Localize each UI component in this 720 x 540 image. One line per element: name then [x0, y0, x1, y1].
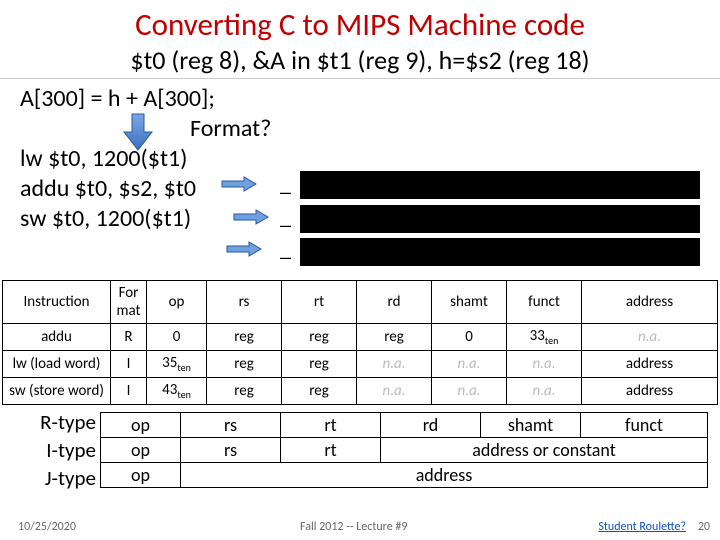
table-row: sw (store word) I 43ten reg reg n.a. n.a…: [3, 378, 718, 405]
format-labels: R-type I-type J-type: [10, 408, 96, 492]
cell-shamt: n.a.: [432, 378, 507, 405]
table-row: lw (load word) I 35ten reg reg n.a. n.a.…: [3, 351, 718, 378]
col-op: op: [147, 281, 207, 324]
hidden-answer-box: [300, 238, 700, 266]
cell: shamt: [481, 413, 581, 438]
col-shamt: shamt: [432, 281, 507, 324]
cell: op: [101, 438, 181, 463]
cell-funct: 33ten: [507, 324, 582, 351]
label-rtype: R-type: [10, 408, 96, 436]
table-row: op address: [101, 463, 708, 488]
label-jtype: J-type: [10, 464, 96, 492]
cell-fmt: I: [111, 378, 147, 405]
cell-instr: lw (load word): [3, 351, 111, 378]
cell-fmt: R: [111, 324, 147, 351]
col-rd: rd: [357, 281, 432, 324]
cell: op: [101, 463, 181, 488]
cell-instr: sw (store word): [3, 378, 111, 405]
col-instruction: Instruction: [3, 281, 111, 324]
c-statement: A[300] = h + A[300];: [20, 84, 700, 113]
cell-addr: address: [582, 351, 718, 378]
instruction-fields-table: Instruction For mat op rs rt rd shamt fu…: [2, 280, 718, 405]
cell-shamt: 0: [432, 324, 507, 351]
slide-subtitle: $t0 (reg 8), &A in $t1 (reg 9), h=$s2 (r…: [0, 44, 720, 79]
cell-op: 35ten: [147, 351, 207, 378]
cell-rt: reg: [282, 378, 357, 405]
col-rs: rs: [207, 281, 282, 324]
col-funct: funct: [507, 281, 582, 324]
footer-date: 10/25/2020: [18, 520, 76, 534]
blank-dash: _: [280, 170, 291, 197]
label-itype: I-type: [10, 436, 96, 464]
cell-rd: n.a.: [357, 351, 432, 378]
col-address: address: [582, 281, 718, 324]
cell: rt: [281, 438, 381, 463]
cell: op: [101, 413, 181, 438]
cell-op: 43ten: [147, 378, 207, 405]
cell: rs: [181, 438, 281, 463]
arrow-down-icon: [120, 112, 156, 152]
col-format: For mat: [111, 281, 147, 324]
cell-funct: n.a.: [507, 351, 582, 378]
table-row: op rs rt address or constant: [101, 438, 708, 463]
cell-rt: reg: [282, 351, 357, 378]
cell-funct: n.a.: [507, 378, 582, 405]
cell-addr: n.a.: [582, 324, 718, 351]
footer-lecture: Fall 2012 -- Lecture #9: [300, 520, 407, 534]
arrow-right-icon: [220, 176, 258, 190]
blank-dash: _: [280, 235, 291, 262]
cell-rs: reg: [207, 351, 282, 378]
cell-op: 0: [147, 324, 207, 351]
hidden-answer-box: [300, 171, 700, 199]
arrow-right-icon: [232, 209, 270, 223]
cell: rt: [281, 413, 381, 438]
col-rt: rt: [282, 281, 357, 324]
footer-page: 20: [698, 520, 710, 534]
cell: funct: [581, 413, 708, 438]
cell: rs: [181, 413, 281, 438]
footer-link[interactable]: Student Roulette?: [598, 520, 686, 534]
cell-addr: address: [582, 378, 718, 405]
cell: rd: [381, 413, 481, 438]
cell-rs: reg: [207, 324, 282, 351]
table-row: op rs rt rd shamt funct: [101, 413, 708, 438]
hidden-answer-box: [300, 205, 700, 233]
format-layout-table: op rs rt rd shamt funct op rs rt address…: [100, 412, 708, 488]
slide-title: Converting C to MIPS Machine code: [0, 0, 720, 44]
cell-rs: reg: [207, 378, 282, 405]
cell: address: [181, 463, 708, 488]
table-row: addu R 0 reg reg reg 0 33ten n.a.: [3, 324, 718, 351]
table-header-row: Instruction For mat op rs rt rd shamt fu…: [3, 281, 718, 324]
cell-rd: reg: [357, 324, 432, 351]
arrow-right-icon: [225, 241, 263, 255]
cell-fmt: I: [111, 351, 147, 378]
cell-instr: addu: [3, 324, 111, 351]
cell: address or constant: [381, 438, 708, 463]
cell-shamt: n.a.: [432, 351, 507, 378]
cell-rd: n.a.: [357, 378, 432, 405]
blank-dash: _: [280, 203, 291, 230]
cell-rt: reg: [282, 324, 357, 351]
